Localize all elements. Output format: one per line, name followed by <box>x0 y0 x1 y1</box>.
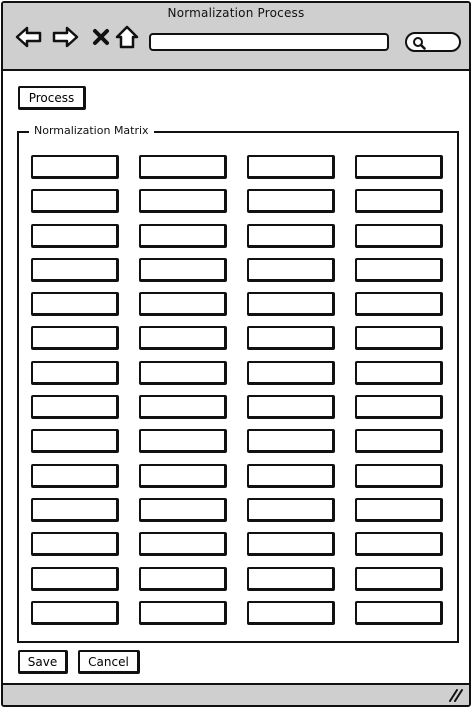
home-icon[interactable] <box>113 23 141 51</box>
matrix-cell[interactable] <box>31 360 119 385</box>
matrix-cell[interactable] <box>31 497 119 522</box>
process-button[interactable]: Process <box>18 86 86 110</box>
matrix-cell[interactable] <box>247 223 335 248</box>
matrix-cell[interactable] <box>31 566 119 591</box>
matrix-cell[interactable] <box>31 600 119 625</box>
resize-grip-icon[interactable] <box>447 688 463 702</box>
status-bar <box>3 683 469 705</box>
browser-chrome: Normalization Process <box>3 3 469 71</box>
matrix-cell[interactable] <box>247 497 335 522</box>
matrix-cell[interactable] <box>247 532 335 557</box>
matrix-cell[interactable] <box>247 360 335 385</box>
matrix-cell[interactable] <box>355 532 443 557</box>
matrix-cell[interactable] <box>139 189 227 214</box>
matrix-cell[interactable] <box>139 463 227 488</box>
matrix-cell[interactable] <box>31 395 119 420</box>
matrix-cell[interactable] <box>31 189 119 214</box>
browser-window: Normalization Process Process Normalizat… <box>1 1 471 707</box>
matrix-cell[interactable] <box>31 223 119 248</box>
matrix-cell[interactable] <box>139 497 227 522</box>
matrix-cell[interactable] <box>139 257 227 282</box>
normalization-matrix-group: Normalization Matrix <box>17 124 459 643</box>
matrix-cell[interactable] <box>355 360 443 385</box>
matrix-cell[interactable] <box>31 257 119 282</box>
matrix-cell[interactable] <box>247 155 335 179</box>
matrix-cell[interactable] <box>355 326 443 351</box>
matrix-cell[interactable] <box>355 395 443 420</box>
matrix-cell[interactable] <box>31 429 119 454</box>
group-legend: Normalization Matrix <box>29 124 154 137</box>
matrix-cell[interactable] <box>139 566 227 591</box>
matrix-cell[interactable] <box>139 292 227 317</box>
matrix-cell[interactable] <box>31 155 119 179</box>
matrix-cell[interactable] <box>247 463 335 488</box>
matrix-cell[interactable] <box>355 257 443 282</box>
search-box[interactable] <box>405 32 461 52</box>
matrix-cell[interactable] <box>355 566 443 591</box>
matrix-cell[interactable] <box>247 326 335 351</box>
forward-arrow-icon[interactable] <box>51 23 79 51</box>
matrix-cell[interactable] <box>139 532 227 557</box>
matrix-cell[interactable] <box>31 326 119 351</box>
matrix-cell[interactable] <box>247 429 335 454</box>
matrix-cell[interactable] <box>247 292 335 317</box>
cancel-button[interactable]: Cancel <box>78 650 140 674</box>
matrix-cell[interactable] <box>139 223 227 248</box>
matrix-cell[interactable] <box>139 395 227 420</box>
address-bar[interactable] <box>149 33 389 51</box>
matrix-cell[interactable] <box>355 463 443 488</box>
matrix-cell[interactable] <box>247 257 335 282</box>
back-arrow-icon[interactable] <box>15 23 43 51</box>
matrix-cell[interactable] <box>355 497 443 522</box>
matrix-cell[interactable] <box>355 292 443 317</box>
matrix-cell[interactable] <box>247 189 335 214</box>
matrix-cell[interactable] <box>139 429 227 454</box>
matrix-cell[interactable] <box>139 155 227 179</box>
matrix-cell[interactable] <box>31 463 119 488</box>
matrix-cell[interactable] <box>139 360 227 385</box>
matrix-cell[interactable] <box>355 189 443 214</box>
matrix-cell[interactable] <box>247 566 335 591</box>
matrix-cell[interactable] <box>31 292 119 317</box>
matrix-cell[interactable] <box>247 395 335 420</box>
matrix-cell[interactable] <box>355 155 443 179</box>
search-icon <box>413 37 426 50</box>
matrix-cell[interactable] <box>247 600 335 625</box>
matrix-cell[interactable] <box>355 223 443 248</box>
close-x-icon[interactable] <box>87 23 115 51</box>
window-title: Normalization Process <box>167 6 305 20</box>
matrix-cell[interactable] <box>31 532 119 557</box>
matrix-cell[interactable] <box>355 429 443 454</box>
matrix-cell[interactable] <box>139 600 227 625</box>
matrix-cell[interactable] <box>355 600 443 625</box>
save-button[interactable]: Save <box>18 650 68 674</box>
matrix-cell[interactable] <box>139 326 227 351</box>
matrix-grid <box>31 155 443 625</box>
